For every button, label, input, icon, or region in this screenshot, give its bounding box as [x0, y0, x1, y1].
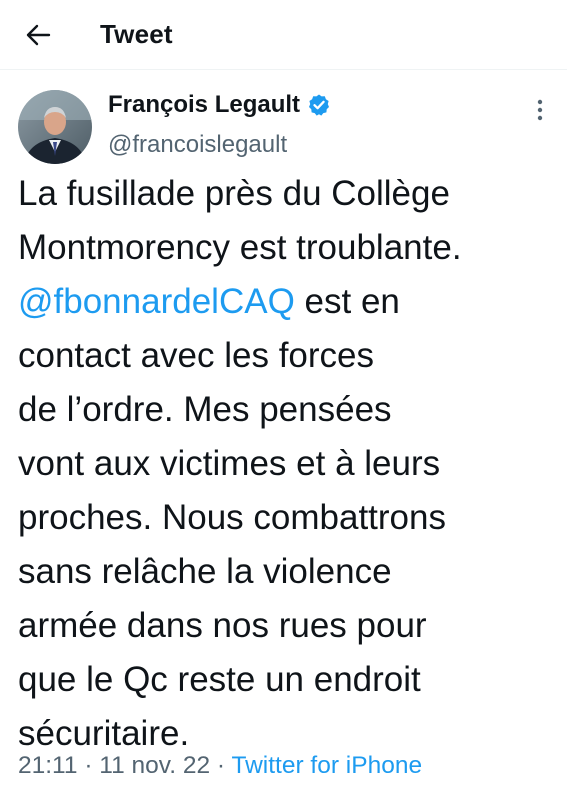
tweet-line: Montmorency est troublante.: [18, 228, 462, 267]
more-options-button[interactable]: [526, 96, 554, 124]
tweet-line-text: est en: [304, 282, 400, 321]
tweet-date[interactable]: 11 nov. 22: [99, 752, 210, 779]
tweet-line: proches. Nous combattrons: [18, 498, 446, 537]
page-title: Tweet: [100, 19, 173, 49]
tweet-line: de l’ordre. Mes pensées: [18, 390, 392, 429]
meta-separator: ·: [216, 752, 226, 779]
tweet-line: contact avec les forces: [18, 336, 374, 375]
author-name-row[interactable]: François Legault: [108, 91, 331, 119]
author-handle[interactable]: @francoislegault: [108, 131, 287, 159]
tweet-meta: 21:11 · 11 nov. 22 · Twitter for iPhone: [18, 752, 422, 780]
tweet-line: vont aux victimes et à leurs: [18, 444, 441, 483]
mention-link[interactable]: @fbonnardelCAQ: [18, 282, 295, 321]
back-button[interactable]: [18, 18, 58, 52]
top-bar: Tweet: [0, 0, 567, 70]
avatar[interactable]: [18, 90, 92, 164]
tweet-text: La fusillade près du Collège Montmorency…: [18, 167, 558, 761]
arrow-left-icon: [26, 24, 51, 46]
verified-badge-icon: [307, 93, 331, 117]
tweet-line: sans relâche la violence: [18, 552, 392, 591]
tweet-line: @fbonnardelCAQ est en: [18, 275, 558, 329]
tweet-source-link[interactable]: Twitter for iPhone: [231, 752, 422, 779]
tweet-time[interactable]: 21:11: [18, 752, 78, 779]
meta-separator: ·: [84, 752, 93, 779]
tweet-line: armée dans nos rues pour: [18, 606, 427, 645]
tweet-line: que le Qc reste un endroit: [18, 660, 421, 699]
author-name[interactable]: François Legault: [108, 91, 300, 119]
more-vertical-icon: [537, 99, 543, 121]
tweet-line: La fusillade près du Collège: [18, 174, 450, 213]
